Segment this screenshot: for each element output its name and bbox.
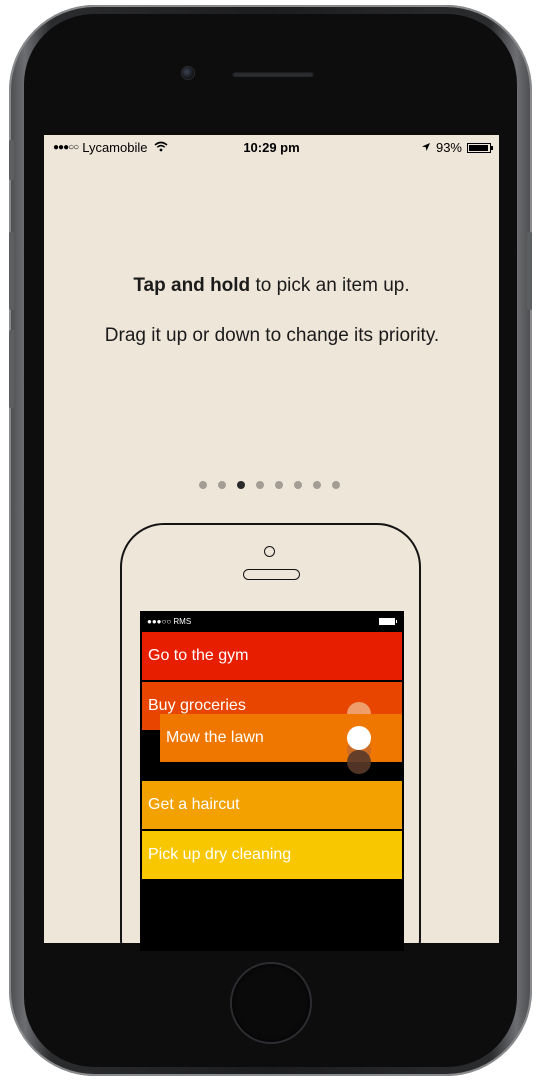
task-row[interactable]: Go to the gym	[142, 632, 402, 680]
illustration-battery-icon	[379, 618, 397, 625]
instruction-bold: Tap and hold	[133, 275, 251, 296]
dragged-task-label: Mow the lawn	[166, 729, 264, 746]
battery-percent: 93%	[435, 140, 462, 155]
volume-up-button	[9, 232, 14, 310]
page-dot[interactable]	[218, 481, 226, 489]
page-dot[interactable]	[275, 481, 283, 489]
task-row[interactable]: Get a haircut	[142, 781, 402, 829]
task-label: Buy groceries	[148, 697, 246, 714]
task-label: Get a haircut	[148, 796, 240, 813]
status-right: 93%	[421, 140, 493, 155]
instruction-rest: to pick an item up.	[250, 275, 410, 296]
front-camera-icon	[182, 67, 194, 79]
page-dot[interactable]	[256, 481, 264, 489]
illustration-status-bar: ●●●○○ RMS	[140, 611, 404, 631]
location-arrow-icon	[421, 141, 431, 155]
home-button[interactable]	[232, 964, 310, 1042]
page-dot[interactable]	[237, 481, 245, 489]
touch-indicator-icon	[347, 726, 371, 750]
status-bar: ●●●○○ Lycamobile 10:29 pm 93%	[44, 135, 499, 161]
instruction-line-1: Tap and hold to pick an item up.	[44, 274, 499, 298]
task-label: Go to the gym	[148, 647, 249, 664]
illustration-carrier: ●●●○○ RMS	[147, 617, 192, 626]
mute-switch	[9, 140, 14, 180]
volume-down-button	[9, 330, 14, 408]
page-dot[interactable]	[199, 481, 207, 489]
power-button	[527, 232, 532, 310]
page-indicator[interactable]	[199, 481, 340, 489]
page-dot[interactable]	[294, 481, 302, 489]
drag-trail-dot	[347, 750, 371, 774]
task-row[interactable]: Pick up dry cleaning	[142, 831, 402, 879]
page-dot[interactable]	[332, 481, 340, 489]
instruction-line-2: Drag it up or down to change its priorit…	[104, 325, 440, 346]
earpiece-speaker	[232, 71, 314, 77]
page-dot[interactable]	[313, 481, 321, 489]
battery-icon	[467, 142, 493, 153]
illustration-screen: ●●●○○ RMS Go to the gym Buy groceries Get …	[140, 611, 404, 951]
task-label: Pick up dry cleaning	[148, 846, 292, 863]
